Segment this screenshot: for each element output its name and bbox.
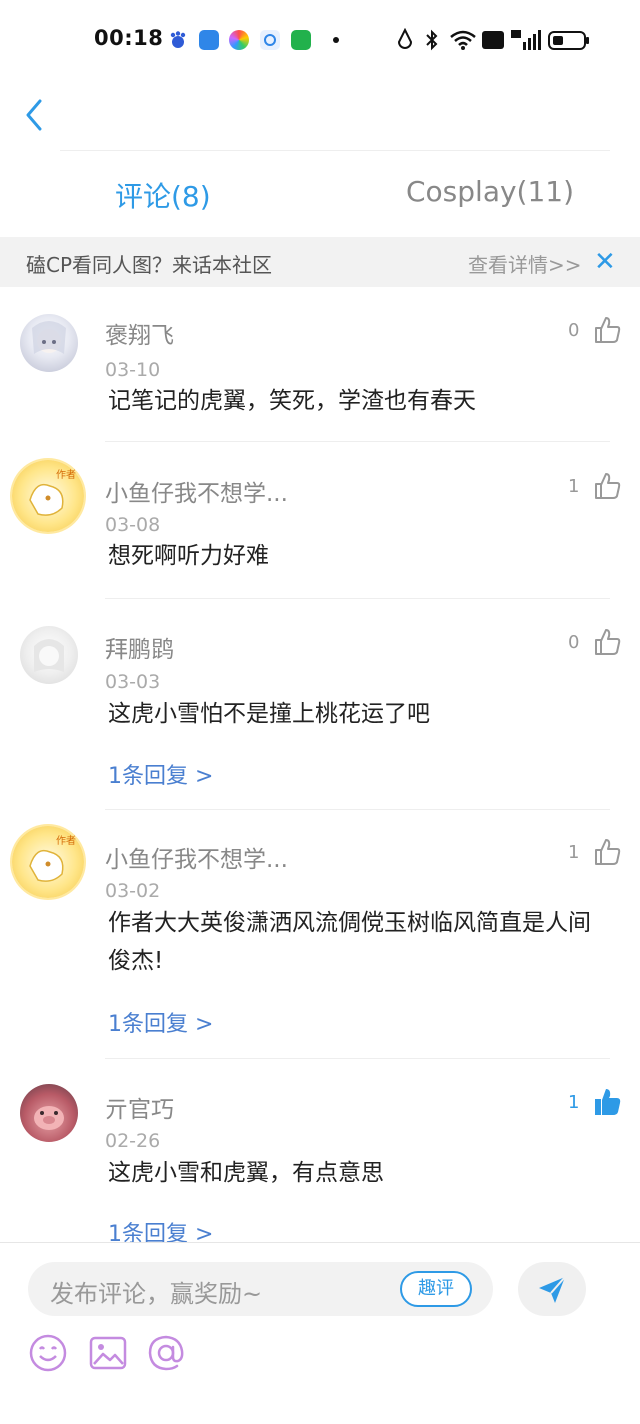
comment-date: 03-08 [105,514,161,536]
hd-icon [482,31,504,49]
banner-details-link[interactable]: 查看详情>> [468,249,582,278]
comment-text: 记笔记的虎翼，笑死，学渣也有春天 [108,388,476,414]
status-bar: 00:18 [0,0,640,80]
comment-username[interactable]: 亓官巧 [105,1090,174,1124]
message-app-icon [291,30,311,50]
reply-link[interactable]: 1条回复 > [108,1006,213,1038]
tab-cosplay[interactable]: Cosplay(11) [406,175,574,208]
alarm-icon [396,27,414,52]
like-count: 1 [568,1092,580,1113]
comment-text: 这虎小雪和虎翼，有点意思 [108,1160,384,1186]
author-badge: 作者 [56,836,76,847]
comment-username[interactable]: 褒翔飞 [105,316,174,350]
header-divider [60,150,610,151]
comment-divider [105,809,610,810]
mention-at-icon[interactable] [146,1333,186,1373]
like-count: 0 [568,320,580,341]
comment-input[interactable]: 发布评论，赢奖励~ 趣评 [28,1262,493,1316]
status-time: 00:18 [94,26,164,50]
comment-date: 03-10 [105,359,161,381]
comment-input-placeholder: 发布评论，赢奖励~ [50,1280,263,1308]
signal-5g-icon [511,28,541,52]
notification-dot-icon [333,37,339,43]
like-count: 1 [568,476,580,497]
comment-username[interactable]: 拜鹏鹍 [105,630,174,664]
chevron-left-icon [26,99,42,131]
comment-text: 想死啊听力好难 [108,543,269,569]
comment-date: 03-02 [105,880,161,902]
thumbs-up-icon[interactable] [592,627,622,657]
avatar[interactable] [20,626,78,684]
thumbs-up-icon[interactable] [592,315,622,345]
comment-divider [105,441,610,442]
image-icon[interactable] [88,1333,128,1373]
emoji-icon[interactable] [28,1333,68,1373]
comment-username[interactable]: 小鱼仔我不想学... [105,474,288,508]
comment-divider [105,1058,610,1059]
comment-username[interactable]: 小鱼仔我不想学... [105,840,288,874]
comment-composer: 发布评论，赢奖励~ 趣评 [0,1242,640,1424]
back-button[interactable] [22,95,62,135]
quick-comment-button[interactable]: 趣评 [400,1271,472,1307]
banner-close-icon[interactable]: ✕ [594,247,616,277]
bluetooth-icon [424,28,440,52]
thumbs-up-icon[interactable] [592,471,622,501]
avatar[interactable] [20,314,78,372]
send-button[interactable] [518,1262,586,1316]
like-count: 0 [568,632,580,653]
comment-date: 02-26 [105,1130,161,1152]
banner-text: 磕CP看同人图？来话本社区 [26,253,273,277]
colorful-app-icon [229,30,249,50]
comment-text: 作者大大英俊潇洒风流倜傥玉树临风简直是人间俊杰! [108,910,591,974]
comment-divider [105,598,610,599]
reply-link[interactable]: 1条回复 > [108,758,213,790]
wifi-icon [449,28,477,52]
comment-text: 这虎小雪怕不是撞上桃花运了吧 [108,701,430,727]
like-count: 1 [568,842,580,863]
promo-banner[interactable]: 磕CP看同人图？来话本社区 查看详情>> ✕ [0,237,640,287]
thumbs-up-filled-icon[interactable] [592,1087,622,1117]
avatar[interactable] [20,1084,78,1142]
at-app-icon [260,30,280,50]
cloud-app-icon [199,30,219,50]
author-badge: 作者 [56,470,76,481]
send-icon [539,1276,566,1303]
comment-date: 03-03 [105,671,161,693]
thumbs-up-icon[interactable] [592,837,622,867]
battery-icon [548,28,590,52]
tab-comments[interactable]: 评论(8) [115,175,211,215]
baidu-app-icon [168,30,188,50]
